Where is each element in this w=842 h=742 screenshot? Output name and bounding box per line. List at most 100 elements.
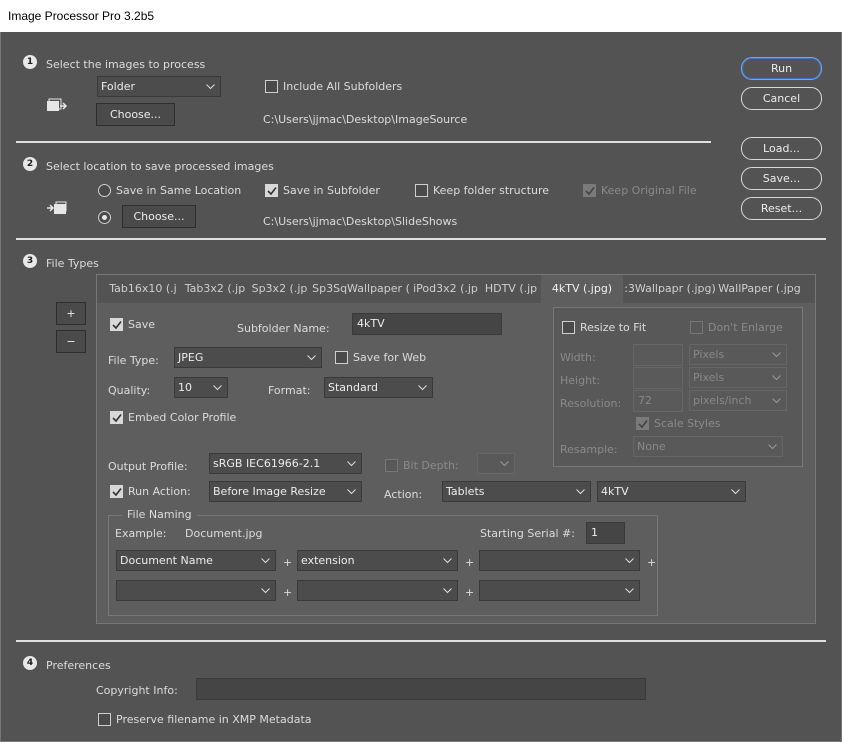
source-path: C:\Users\jjmac\Desktop\ImageSource: [263, 113, 468, 126]
height-unit-select[interactable]: Pixels: [689, 367, 787, 388]
cancel-button[interactable]: Cancel: [741, 87, 822, 110]
destination-path: C:\Users\jjmac\Desktop\SlideShows: [263, 215, 458, 228]
tab-4ktv[interactable]: 4kTV (.jpg): [541, 275, 623, 303]
run-button[interactable]: Run: [741, 57, 822, 80]
tab-ipod3x2[interactable]: iPod3x2 (.jp: [410, 275, 481, 303]
subfolder-name-input[interactable]: 4kTV: [352, 313, 502, 335]
bit-depth-label: Bit Depth:: [403, 459, 459, 472]
resolution-label: Resolution:: [560, 397, 622, 410]
resample-label: Resample:: [560, 443, 618, 456]
naming-field-4[interactable]: [116, 580, 276, 601]
save-label: Save: [128, 318, 156, 331]
chevron-down-icon: [772, 391, 781, 410]
include-subfolders-checkbox[interactable]: [265, 80, 278, 93]
tab-3wallpapr[interactable]: :3Wallpapr (.jpg): [623, 275, 717, 303]
width-input[interactable]: [633, 344, 683, 366]
height-input[interactable]: [633, 367, 683, 389]
source-type-select[interactable]: Folder: [97, 76, 221, 97]
same-location-radio[interactable]: [98, 184, 111, 197]
divider: [16, 640, 826, 642]
chevron-down-icon: [768, 437, 777, 456]
format-label: Format:: [268, 384, 311, 397]
save-settings-button[interactable]: Save...: [741, 167, 822, 190]
serial-label: Starting Serial #:: [480, 527, 575, 540]
tab-tab16x10[interactable]: Tab16x10 (.j: [102, 275, 184, 303]
format-select[interactable]: Standard: [324, 377, 433, 398]
output-profile-select[interactable]: sRGB IEC61966-2.1: [209, 453, 362, 474]
add-file-type-button[interactable]: +: [56, 302, 86, 325]
width-unit-select[interactable]: Pixels: [689, 344, 787, 365]
resolution-unit-select[interactable]: pixels/inch: [689, 390, 787, 411]
run-action-label: Run Action:: [128, 485, 191, 498]
section2-heading: Select location to save processed images: [46, 160, 274, 173]
divider: [16, 238, 826, 240]
section4-heading: Preferences: [46, 659, 111, 672]
chevron-down-icon: [731, 482, 740, 501]
naming-field-5[interactable]: [297, 580, 458, 601]
section4-number: 4: [23, 656, 37, 670]
embed-profile-label: Embed Color Profile: [128, 411, 237, 424]
choose-location-radio[interactable]: [98, 211, 111, 224]
tab-sp3sqwallpaper[interactable]: Sp3SqWallpaper (: [312, 275, 410, 303]
chevron-down-icon: [443, 581, 452, 600]
output-profile-label: Output Profile:: [108, 460, 188, 473]
file-naming-legend: File Naming: [122, 508, 197, 521]
load-button[interactable]: Load...: [741, 137, 822, 160]
tab-wallpaper[interactable]: WallPaper (.jpg: [717, 275, 802, 303]
save-subfolder-checkbox[interactable]: [265, 184, 278, 197]
chevron-down-icon: [576, 482, 585, 501]
quality-select[interactable]: 10: [174, 377, 228, 398]
title-bar: Image Processor Pro 3.2b5: [0, 0, 842, 32]
tab-tab3x2[interactable]: Tab3x2 (.jp: [184, 275, 246, 303]
naming-field-2[interactable]: extension: [297, 550, 458, 571]
dont-enlarge-label: Don't Enlarge: [708, 321, 783, 334]
folder-arrow-icon: [46, 200, 68, 219]
preserve-filename-label: Preserve filename in XMP Metadata: [116, 713, 312, 726]
copyright-input[interactable]: [196, 678, 646, 700]
remove-file-type-button[interactable]: −: [56, 330, 86, 353]
resample-select[interactable]: None: [633, 436, 783, 457]
keep-structure-checkbox[interactable]: [415, 184, 428, 197]
chevron-down-icon: [625, 551, 634, 570]
chevron-down-icon: [500, 454, 509, 473]
file-type-select[interactable]: JPEG: [174, 347, 322, 368]
divider: [16, 141, 711, 143]
action-name-select[interactable]: 4kTV: [597, 481, 746, 502]
section3-heading: File Types: [46, 257, 99, 270]
action-label: Action:: [384, 488, 423, 501]
serial-input[interactable]: 1: [586, 522, 625, 544]
choose-destination-button[interactable]: Choose...: [122, 205, 196, 228]
example-label: Example:: [115, 527, 167, 540]
copyright-label: Copyright Info:: [96, 684, 178, 697]
naming-field-6[interactable]: [479, 580, 640, 601]
naming-field-1[interactable]: Document Name: [116, 550, 276, 571]
chevron-down-icon: [772, 345, 781, 364]
tab-sp3x2[interactable]: Sp3x2 (.jp: [247, 275, 312, 303]
preserve-filename-checkbox[interactable]: [98, 713, 111, 726]
same-location-label: Save in Same Location: [116, 184, 242, 197]
save-for-web-checkbox[interactable]: [335, 351, 348, 364]
plus-sign: +: [465, 556, 475, 569]
save-checkbox[interactable]: [110, 318, 123, 331]
keep-original-checkbox[interactable]: [583, 184, 596, 197]
naming-field-3[interactable]: [479, 550, 640, 571]
quality-label: Quality:: [108, 384, 151, 397]
embed-profile-checkbox[interactable]: [110, 411, 123, 424]
scale-styles-checkbox[interactable]: [636, 417, 649, 430]
bit-depth-checkbox[interactable]: [385, 459, 398, 472]
choose-source-button[interactable]: Choose...: [96, 103, 175, 126]
resolution-input[interactable]: 72: [633, 390, 683, 412]
chevron-down-icon: [443, 551, 452, 570]
tab-hdtv[interactable]: HDTV (.jp: [481, 275, 541, 303]
bit-depth-select[interactable]: [477, 453, 515, 474]
section1-number: 1: [23, 55, 37, 69]
action-set-select[interactable]: Tablets: [442, 481, 591, 502]
save-subfolder-label: Save in Subfolder: [283, 184, 380, 197]
plus-sign: +: [465, 586, 475, 599]
run-action-when-select[interactable]: Before Image Resize: [209, 481, 362, 502]
run-action-checkbox[interactable]: [110, 485, 123, 498]
chevron-down-icon: [347, 454, 356, 473]
reset-button[interactable]: Reset...: [741, 197, 822, 220]
dont-enlarge-checkbox[interactable]: [690, 321, 703, 334]
resize-to-fit-checkbox[interactable]: [562, 321, 575, 334]
